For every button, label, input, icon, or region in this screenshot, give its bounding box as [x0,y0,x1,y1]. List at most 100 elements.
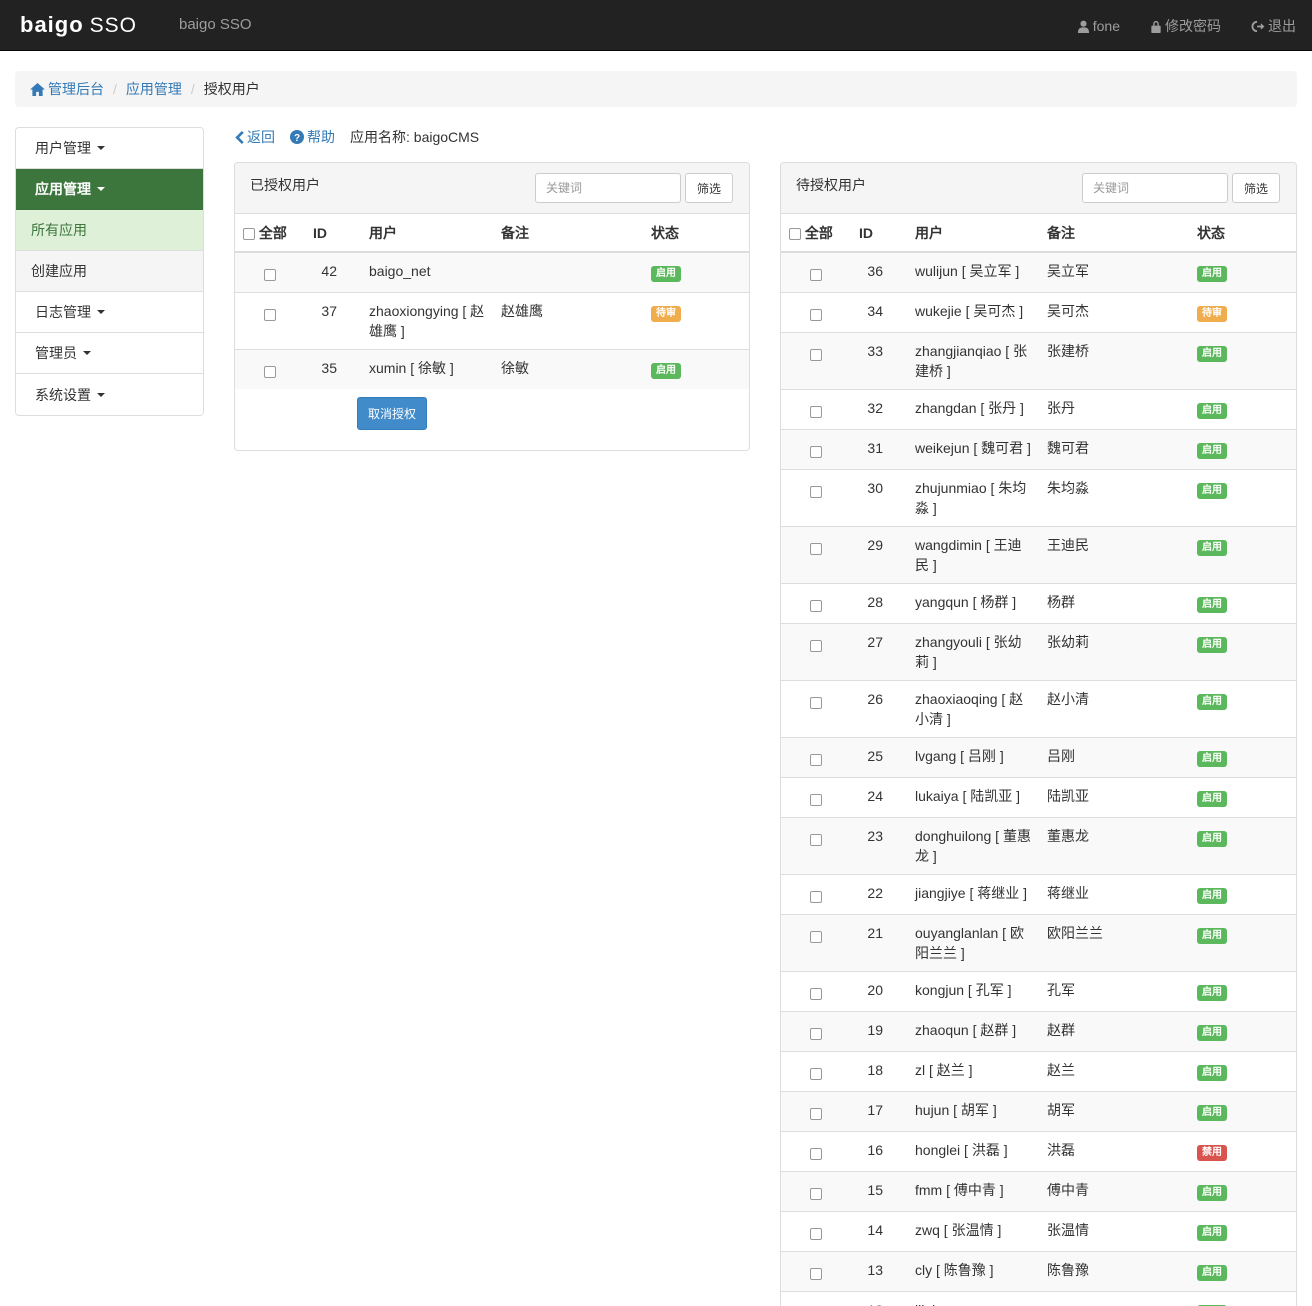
row-note: 张建桥 [1039,332,1189,390]
sidebar-item-admins[interactable]: 管理员 [16,333,203,374]
row-user: donghuilong [ 董惠龙 ] [899,817,1039,875]
row-id: 23 [851,817,899,875]
table-row: 42 baigo_net 启用 [235,251,749,293]
revoke-button[interactable]: 取消授权 [357,397,428,430]
sidebar-item-all-apps[interactable]: 所有应用 [16,210,203,251]
row-status-cell: 启用 [1189,1091,1296,1132]
change-password-label: 修改密码 [1165,18,1221,34]
status-badge: 启用 [1197,694,1227,710]
panel-title: 待授权用户 [796,177,866,193]
table-row: 16 honglei [ 洪磊 ] 洪磊 禁用 [781,1131,1296,1172]
logout-link[interactable]: 退出 [1251,16,1296,36]
id-header: ID [851,214,899,253]
row-checkbox[interactable] [810,697,822,710]
row-checkbox[interactable] [810,349,822,362]
sidebar-item-create-app[interactable]: 创建应用 [16,251,203,292]
row-note: 赵群 [1039,1011,1189,1052]
row-checkbox[interactable] [810,1228,822,1241]
sidebar-item-user-management[interactable]: 用户管理 [16,128,203,169]
brand-logo[interactable]: baigo SSO [20,12,137,38]
row-id: 14 [851,1211,899,1252]
row-select-cell [235,349,305,389]
table-row: 20 kongjun [ 孔军 ] 孔军 启用 [781,971,1296,1012]
status-badge: 启用 [1197,597,1227,613]
brand-name[interactable]: baigo SSO [179,16,252,33]
row-note: 杨群 [1039,583,1189,624]
logo-sso: SSO [89,14,138,37]
row-select-cell [781,623,851,681]
sidebar-item-app-management[interactable]: 应用管理 [16,169,203,210]
row-checkbox[interactable] [264,269,276,282]
row-checkbox[interactable] [810,269,822,282]
row-checkbox[interactable] [810,1268,822,1281]
sidebar-item-log-management[interactable]: 日志管理 [16,292,203,333]
row-note: 吴可杰 [1039,292,1189,333]
back-link[interactable]: 返回 [235,127,275,147]
search-form: 筛选 [1081,173,1280,203]
row-checkbox[interactable] [810,1068,822,1081]
sidebar-item-system-settings[interactable]: 系统设置 [16,374,203,415]
table-row: 27 zhangyouli [ 张幼莉 ] 张幼莉 启用 [781,623,1296,681]
note-header: 备注 [493,214,643,253]
sidebar-item-label: 应用管理 [35,181,91,197]
svg-text:?: ? [294,133,300,144]
row-checkbox[interactable] [810,600,822,613]
row-checkbox[interactable] [810,1028,822,1041]
row-checkbox[interactable] [810,1108,822,1121]
row-checkbox[interactable] [810,1148,822,1161]
note-header: 备注 [1039,214,1189,253]
filter-button[interactable]: 筛选 [1231,173,1280,203]
row-user: lilei [899,1291,1039,1306]
row-note [493,251,643,293]
row-checkbox[interactable] [810,891,822,904]
row-user: hujun [ 胡军 ] [899,1091,1039,1132]
row-checkbox[interactable] [810,543,822,556]
row-checkbox[interactable] [264,366,276,379]
row-checkbox[interactable] [810,640,822,653]
row-checkbox[interactable] [810,1188,822,1201]
filter-button[interactable]: 筛选 [684,173,733,203]
row-status-cell: 启用 [1189,469,1296,527]
pending-table-body: 36 wulijun [ 吴立军 ] 吴立军 启用 34 wukejie [ 吴可杰 ] 吴… [781,251,1296,1306]
logo-text: baigo [20,12,84,37]
select-all-checkbox[interactable] [243,227,255,240]
row-status-cell: 启用 [1189,777,1296,818]
row-checkbox[interactable] [810,446,822,459]
row-checkbox[interactable] [810,794,822,807]
row-select-cell [781,583,851,624]
sidebar-item-label: 用户管理 [35,140,91,156]
select-all-checkbox[interactable] [789,227,801,240]
row-checkbox[interactable] [810,754,822,767]
row-checkbox[interactable] [264,309,276,322]
row-select-cell [781,737,851,778]
caret-down-icon [83,351,91,355]
row-status-cell: 启用 [1189,1011,1296,1052]
user-menu[interactable]: fone [1077,16,1120,36]
help-link[interactable]: ? 帮助 [290,127,335,147]
breadcrumb-section[interactable]: 应用管理 [126,79,182,99]
row-id: 28 [851,583,899,624]
row-status-cell: 禁用 [1189,1131,1296,1172]
search-input[interactable] [534,173,681,203]
row-checkbox[interactable] [810,931,822,944]
row-checkbox[interactable] [810,834,822,847]
row-note: 董惠龙 [1039,817,1189,875]
row-checkbox[interactable] [810,486,822,499]
table-row: 33 zhangjianqiao [ 张建桥 ] 张建桥 启用 [781,332,1296,390]
row-checkbox[interactable] [810,406,822,419]
sidebar: 用户管理 应用管理 所有应用 创建应用 日志管理 管理员 系统设置 [15,127,204,416]
row-user: kongjun [ 孔军 ] [899,971,1039,1012]
search-input[interactable] [1081,173,1228,203]
row-checkbox[interactable] [810,988,822,1001]
row-select-cell [781,292,851,333]
change-password-link[interactable]: 修改密码 [1150,16,1221,36]
row-user: baigo_net [353,251,493,293]
row-checkbox[interactable] [810,309,822,322]
status-badge: 启用 [1197,540,1227,556]
row-id: 13 [851,1251,899,1292]
row-note: 陈鲁豫 [1039,1251,1189,1292]
row-select-cell [781,1211,851,1252]
status-badge: 待审 [1197,306,1227,322]
breadcrumb-home[interactable]: 管理后台 [30,79,104,99]
row-user: ouyanglanlan [ 欧阳兰兰 ] [899,914,1039,972]
